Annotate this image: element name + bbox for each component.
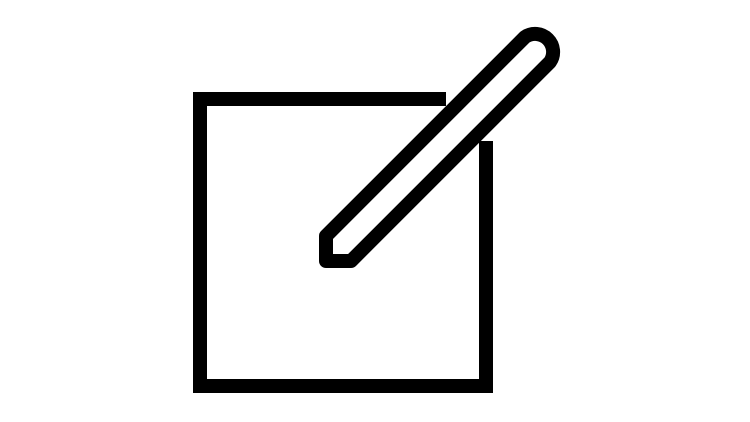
- square-outline: [193, 92, 493, 393]
- edit-icon: [193, 26, 561, 393]
- icon-canvas: [0, 0, 750, 422]
- pencil-outline: [319, 26, 561, 268]
